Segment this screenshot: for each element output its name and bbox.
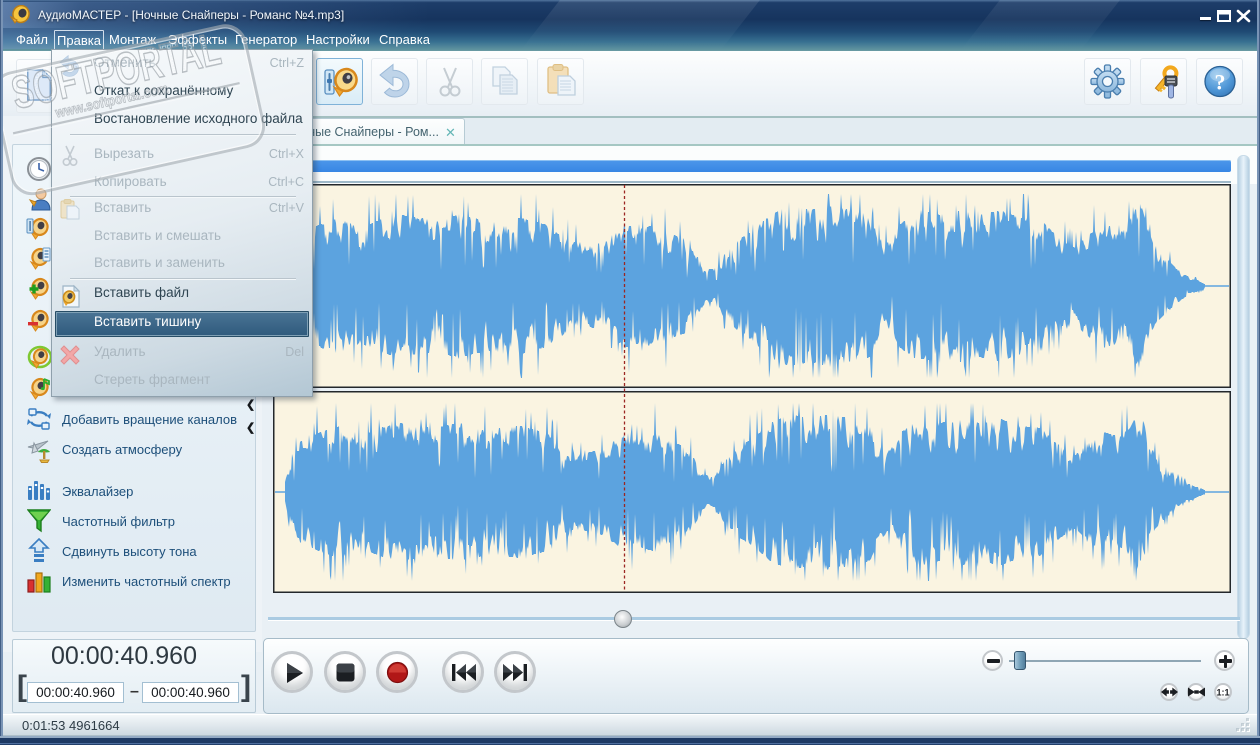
svg-text:1:1: 1:1 (1216, 688, 1229, 698)
svg-text:?: ? (1215, 70, 1226, 95)
